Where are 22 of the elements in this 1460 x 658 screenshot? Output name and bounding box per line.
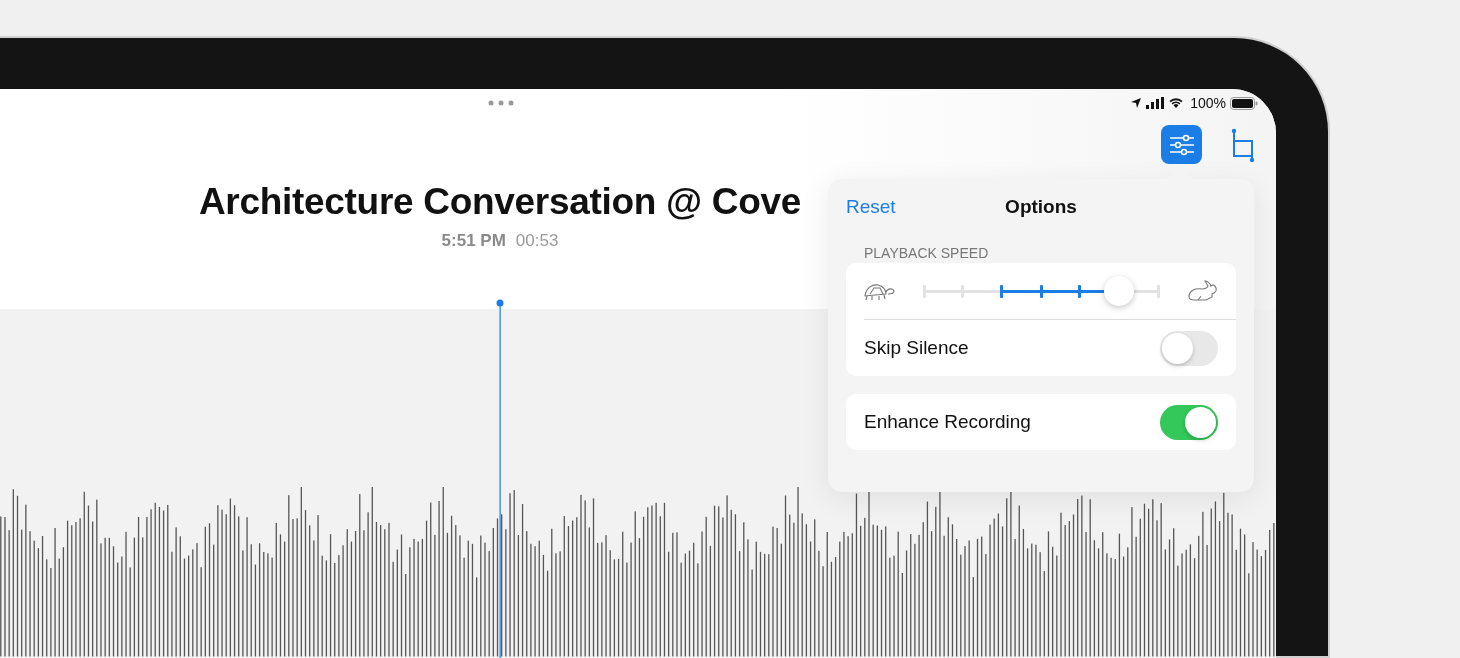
sliders-icon <box>1168 133 1195 156</box>
signal-icon <box>1146 97 1165 109</box>
playhead[interactable] <box>495 299 505 658</box>
enhance-recording-switch[interactable] <box>1160 404 1218 440</box>
recording-time: 5:51 PM <box>441 231 506 251</box>
toggle-label: Enhance Recording <box>864 411 1031 433</box>
slider-thumb[interactable] <box>1103 276 1134 306</box>
section-label: PLAYBACK SPEED <box>863 244 990 263</box>
rabbit-icon <box>1186 279 1218 303</box>
popover-title: Options <box>1005 196 1077 218</box>
options-button[interactable] <box>1161 125 1202 164</box>
reset-button[interactable]: Reset <box>846 196 896 218</box>
battery-percentage: 100% <box>1190 95 1226 111</box>
toggle-label: Skip Silence <box>864 337 969 359</box>
battery-icon <box>1230 96 1258 110</box>
recording-duration: 00:53 <box>515 231 559 251</box>
skip-silence-switch[interactable] <box>1160 330 1218 366</box>
playback-speed-slider[interactable] <box>924 276 1158 306</box>
crop-icon[interactable] <box>1231 128 1255 162</box>
wifi-icon <box>1168 97 1185 109</box>
recording-title: Architecture Conversation @ Cove <box>198 181 802 223</box>
location-icon <box>1130 97 1143 109</box>
